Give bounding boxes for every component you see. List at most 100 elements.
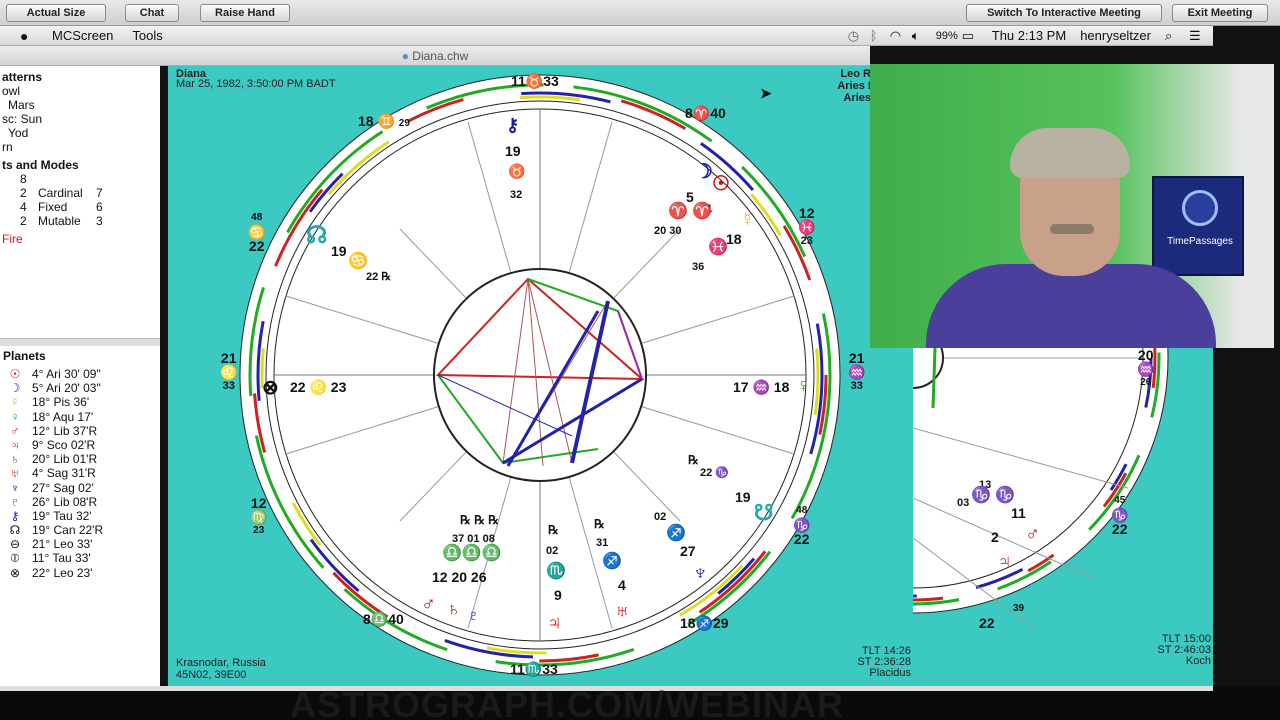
battery-percent[interactable]: 99% — [936, 30, 958, 42]
jupiter-sign: ♏ — [546, 563, 566, 580]
planet-signs: ♑ ♑ — [971, 487, 1016, 504]
planet-row[interactable]: ♀ 18° Aqu 17' — [0, 410, 160, 424]
south-node-r: ℞ — [688, 453, 699, 467]
south-node-icon[interactable]: ☋ — [754, 502, 774, 524]
panel-divider[interactable] — [0, 338, 160, 346]
user-name[interactable]: henryseltzer — [1080, 28, 1151, 43]
south-node-degree: 19 — [735, 489, 751, 505]
moon-icon[interactable]: ☽ — [695, 162, 713, 182]
pattern-item[interactable]: Yod — [2, 126, 160, 140]
mars-icon[interactable]: ♂ — [1025, 524, 1040, 544]
chiron-icon[interactable]: ⚷ — [506, 116, 519, 134]
zoom-toolbar: Actual Size Chat Raise Hand Switch To In… — [0, 0, 1280, 26]
menu-tools[interactable]: Tools — [132, 28, 162, 43]
planet-row[interactable]: ⊗ 22° Leo 23' — [0, 566, 160, 580]
planet-glyph-icon: ♃ — [10, 437, 20, 452]
cusp-label: 8♎40 — [363, 611, 404, 627]
raise-hand-button[interactable]: Raise Hand — [200, 4, 290, 22]
apple-icon[interactable]: ● — [20, 28, 36, 44]
chat-button[interactable]: Chat — [125, 4, 179, 22]
mercury-degree: 18 — [726, 231, 742, 247]
planet-glyph-icon: ☉ — [9, 367, 21, 381]
cusp-label: 18 ♊ 29 — [358, 113, 410, 129]
cusp-label: 48 ♑ 22 — [793, 505, 811, 547]
saturn-icon[interactable]: ♄ — [446, 600, 461, 620]
chiron-degree: 19 — [505, 143, 521, 159]
planet-row[interactable]: ☿ 18° Pis 36' — [0, 395, 160, 409]
moon-degree: 5 — [686, 189, 694, 205]
menu-app[interactable]: MCScreen — [52, 28, 113, 43]
cusp-label: 12 ♍ 23 — [250, 495, 268, 536]
pattern-item[interactable]: owl — [2, 84, 160, 98]
bluetooth-icon[interactable]: ᛒ — [870, 28, 890, 43]
time-machine-icon[interactable]: ◷ — [848, 28, 870, 44]
part-of-fortune-icon[interactable]: ⊗ — [262, 378, 279, 398]
planet-position: 20° Lib 01'R — [32, 452, 98, 467]
south-node-minutes: 22 ♑ — [700, 467, 729, 479]
jupiter-icon[interactable]: ♃ — [997, 552, 1012, 572]
jupiter-r: ℞ — [548, 523, 559, 537]
mode-name: Mutable — [38, 214, 81, 228]
volume-icon[interactable]: 🔈︎ — [912, 28, 932, 44]
mode-row: 2 Cardinal 7 — [2, 186, 160, 200]
sun-icon[interactable]: ☉ — [712, 174, 730, 194]
pattern-item[interactable]: rn — [2, 140, 160, 154]
mode-count: 2 — [20, 186, 27, 200]
libra-stellium-r: ℞ ℞ ℞ — [460, 513, 499, 527]
planet-position: 12° Lib 37'R — [32, 423, 98, 438]
planet-row[interactable]: ♄ 20° Lib 01'R — [0, 452, 160, 466]
jupiter-icon[interactable]: ♃ — [546, 612, 563, 634]
planet-glyph-icon: ☽ — [9, 381, 21, 396]
planet-row[interactable]: ☉ 4° Ari 30' 09" — [0, 367, 160, 381]
planet-row[interactable]: ☊ 19° Can 22'R — [0, 523, 160, 537]
pattern-item[interactable]: Mars — [2, 98, 160, 112]
wifi-icon[interactable]: ◠ — [890, 28, 912, 44]
planet-position: 4° Ari 30' 09" — [32, 367, 101, 381]
uranus-r: ℞ — [594, 517, 605, 531]
neptune-sign: ♐ — [666, 525, 686, 542]
sign-title: TimePassages — [1167, 236, 1233, 247]
exit-meeting-button[interactable]: Exit Meeting — [1172, 4, 1268, 22]
pluto-icon[interactable]: ♇ — [466, 606, 481, 626]
planet-row[interactable]: ☽ 5° Ari 20' 03" — [0, 381, 160, 395]
planet-row[interactable]: ⚷ 19° Tau 32' — [0, 509, 160, 523]
pattern-item[interactable]: sc: Sun — [2, 112, 160, 126]
mode-count: 7 — [96, 186, 103, 200]
north-node-icon[interactable]: ☊ — [306, 224, 327, 248]
uranus-icon[interactable]: ♅ — [614, 600, 631, 622]
mars-icon[interactable]: ♂ — [421, 594, 436, 614]
house-system: Koch — [1185, 655, 1211, 667]
node-degree: 19 — [331, 243, 347, 259]
document-icon: ● — [401, 49, 409, 63]
clock[interactable]: Thu 2:13 PM — [992, 28, 1066, 43]
planet-row[interactable]: ⊖ 21° Leo 33' — [0, 537, 160, 551]
planet-row[interactable]: ♅ 4° Sag 31'R — [0, 466, 160, 480]
webcam-video[interactable]: TimePassages — [870, 64, 1274, 348]
planet-glyph-icon: ♄ — [10, 452, 20, 467]
battery-icon[interactable]: ▭ — [962, 28, 988, 44]
node-sign: ♋ — [348, 253, 368, 270]
planet-row[interactable]: ♆ 27° Sag 02' — [0, 481, 160, 495]
spotlight-icon[interactable]: ⌕ — [1165, 28, 1183, 44]
element-emphasis: Fire — [2, 232, 23, 246]
elements-header: ts and Modes — [2, 158, 79, 172]
planet-row[interactable]: ⦶ 11° Tau 33' — [0, 551, 160, 565]
jupiter-minutes: 02 — [546, 545, 559, 557]
actual-size-button[interactable]: Actual Size — [6, 4, 106, 22]
mercury-icon[interactable]: ☿ — [740, 210, 755, 230]
planet-glyph-icon: ⚷ — [10, 508, 20, 523]
cusp-label: 11♉33 — [511, 73, 559, 89]
notification-icon[interactable]: ☰ — [1189, 28, 1213, 44]
venus-icon[interactable]: ♀ — [796, 376, 811, 396]
planet-position: 22° Leo 23' — [32, 565, 93, 580]
mode-count: 6 — [96, 200, 103, 214]
planet-position: 18° Pis 36' — [32, 395, 90, 410]
planet-position: 21° Leo 33' — [32, 537, 93, 552]
planet-row[interactable]: ♇ 26° Lib 08'R — [0, 495, 160, 509]
person-mustache — [1050, 224, 1094, 234]
neptune-icon[interactable]: ♆ — [692, 562, 709, 584]
planet-glyph-icon: ☊ — [9, 523, 21, 538]
planet-row[interactable]: ♂ 12° Lib 37'R — [0, 424, 160, 438]
switch-meeting-button[interactable]: Switch To Interactive Meeting — [966, 4, 1162, 22]
planet-row[interactable]: ♃ 9° Sco 02'R — [0, 438, 160, 452]
